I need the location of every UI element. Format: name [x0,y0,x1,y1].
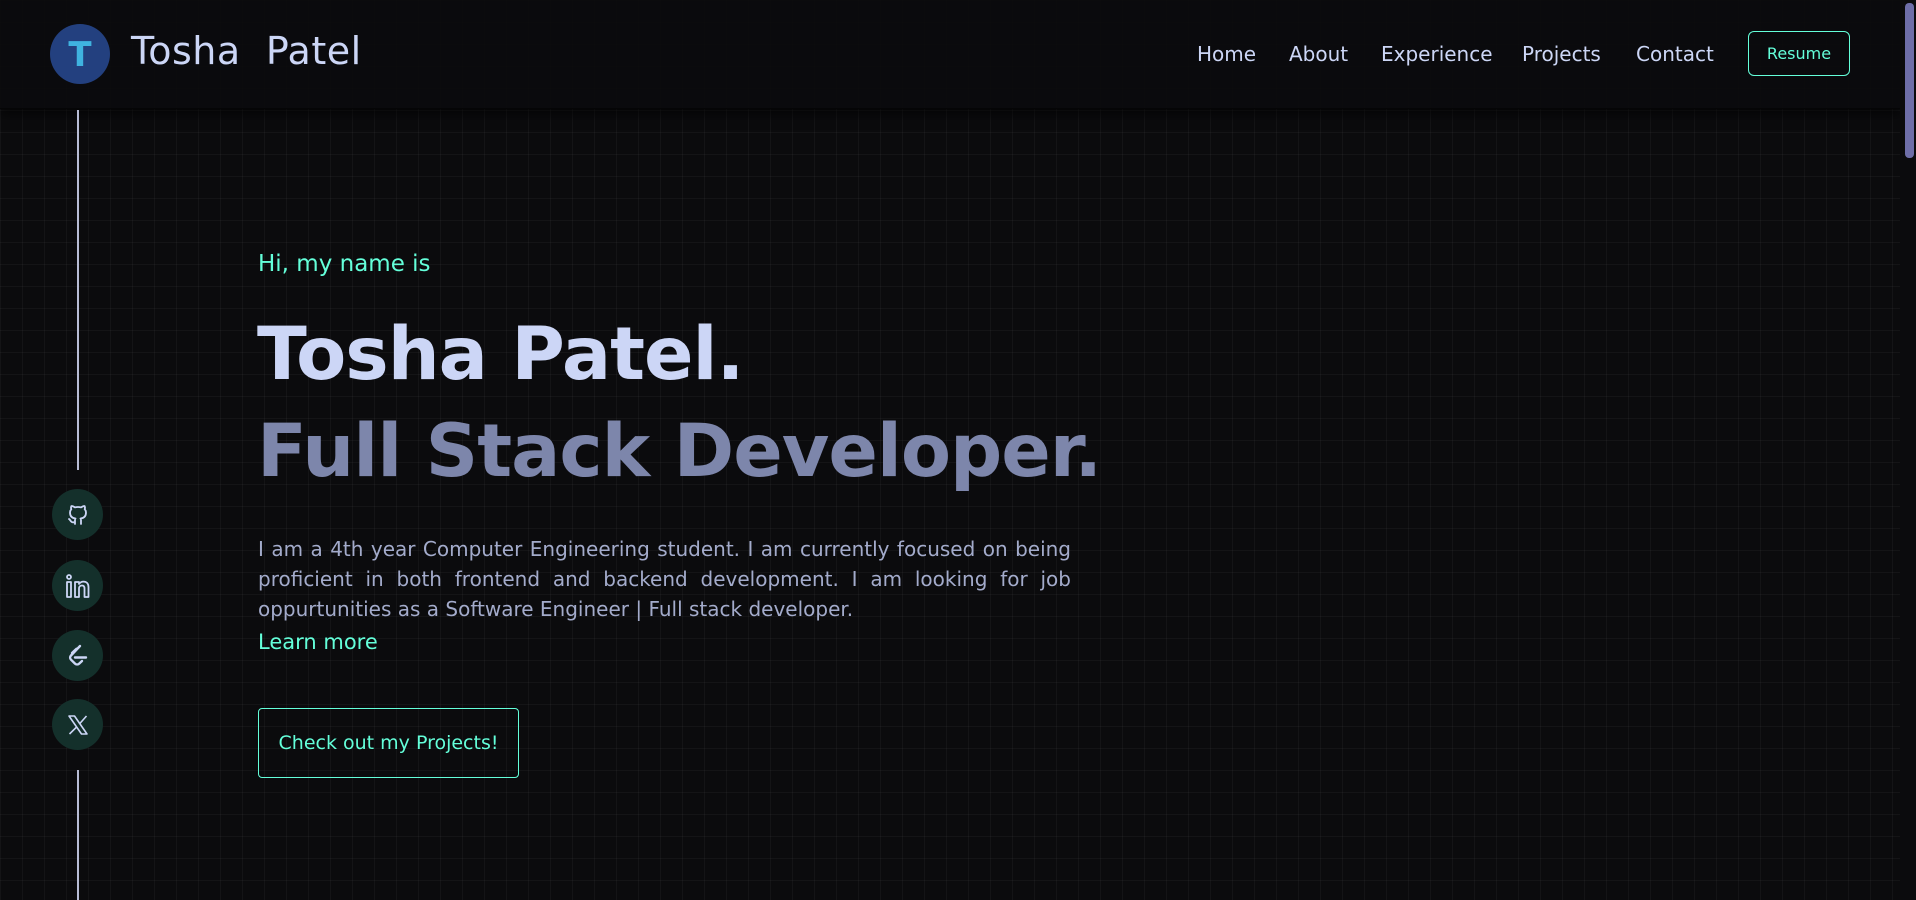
leetcode-icon [68,644,87,666]
nav-projects[interactable]: Projects [1522,42,1601,66]
rail-line-bottom [77,770,79,900]
scrollbar-thumb[interactable] [1905,3,1914,158]
logo[interactable]: T [50,24,110,84]
x-twitter-icon [67,714,88,735]
hero-greeting: Hi, my name is [258,251,431,277]
social-linkedin[interactable] [52,560,103,611]
social-github[interactable] [52,489,103,540]
scrollbar[interactable] [1900,0,1916,900]
site-header: T Tosha Patel Home About Experience Proj… [0,0,1900,109]
rail-line-top [77,110,79,470]
hero-role: Full Stack Developer. [257,409,1102,494]
learn-more-link[interactable]: Learn more [258,630,378,654]
nav-contact[interactable]: Contact [1636,42,1714,66]
social-leetcode[interactable] [52,630,103,681]
resume-button[interactable]: Resume [1748,31,1850,76]
nav-home[interactable]: Home [1197,42,1256,66]
hero-name: Tosha Patel. [257,312,744,397]
nav-experience[interactable]: Experience [1381,42,1493,66]
projects-cta-button[interactable]: Check out my Projects! [258,708,519,778]
brand-name[interactable]: Tosha Patel [131,29,362,73]
linkedin-icon [65,573,89,598]
social-x[interactable] [52,699,103,750]
logo-letter: T [68,35,92,75]
github-icon [67,504,87,525]
nav-about[interactable]: About [1289,42,1348,66]
hero-bio: I am a 4th year Computer Engineering stu… [258,537,1071,621]
